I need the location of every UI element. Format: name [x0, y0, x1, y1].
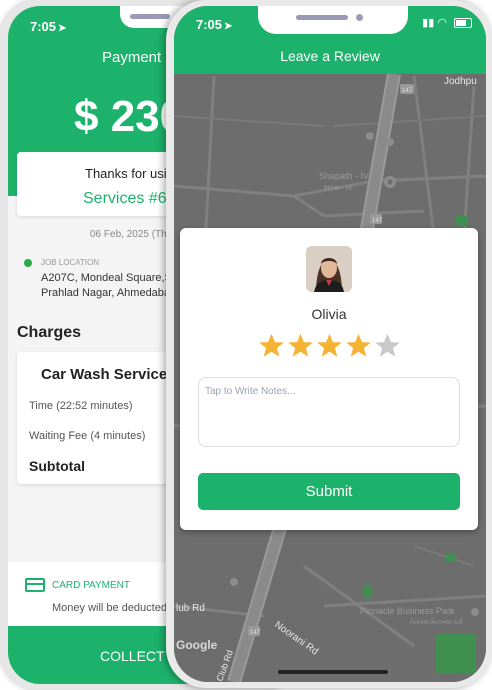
charges-service: Car Wash Services -: [41, 366, 185, 383]
service-label: Services #68: [83, 190, 176, 207]
waiting-fee-line: Waiting Fee (4 minutes): [29, 430, 146, 442]
review-header: 7:05 ➤ ▮▮ ◠ Leave a Review: [174, 6, 486, 74]
payment-note: Money will be deducted: [52, 602, 167, 614]
time-line: Time (22:52 minutes): [29, 400, 133, 412]
notes-placeholder: Tap to Write Notes...: [205, 386, 296, 397]
star-icon[interactable]: [374, 332, 401, 359]
submit-button-label: Submit: [305, 483, 353, 500]
svg-text:147: 147: [402, 88, 413, 94]
address-line2: Prahlad Nagar, Ahmedaba: [41, 287, 171, 299]
home-indicator: [278, 670, 388, 674]
payment-method-label: CARD PAYMENT: [52, 580, 130, 591]
location-dot-icon: [24, 259, 32, 267]
notes-input[interactable]: Tap to Write Notes...: [198, 377, 460, 447]
map-label-pinnacle-sub: પિનેકલ બિઝનેસ પાર્ક: [410, 618, 463, 626]
reviewer-avatar: [306, 246, 352, 292]
location-arrow-icon: ➤: [58, 23, 67, 34]
thanks-text: Thanks for usin: [85, 166, 174, 181]
map-label-shapath: Shapath - IV: [319, 171, 369, 181]
signal-icon: ▮▮: [422, 17, 435, 29]
status-time: 7:05 ➤: [30, 19, 67, 34]
wifi-icon: ◠: [437, 17, 447, 29]
svg-text:147: 147: [250, 630, 261, 636]
svg-text:147: 147: [372, 218, 383, 224]
charges-heading: Charges: [17, 324, 82, 341]
job-date: 06 Feb, 2025 (Th: [90, 229, 167, 240]
job-location-label: JOB LOCATION: [41, 258, 100, 267]
battery-icon: [454, 18, 472, 29]
star-icon[interactable]: [258, 332, 285, 359]
map-label-jodhpur: Jodhpu: [444, 76, 477, 87]
address-line1: A207C, Mondeal Square,S: [41, 272, 172, 284]
phone-notch: [258, 6, 408, 34]
star-icon[interactable]: [287, 332, 314, 359]
reviewer-name: Olivia: [311, 306, 347, 322]
location-arrow-icon: ➤: [224, 21, 233, 32]
star-icon[interactable]: [345, 332, 372, 359]
page-title: Payment S: [102, 49, 176, 66]
google-logo: Google: [176, 638, 218, 652]
star-icon[interactable]: [316, 332, 343, 359]
map-label-shapath-sub: શપથ - IV: [324, 185, 352, 192]
submit-button[interactable]: Submit: [198, 473, 460, 510]
subtotal-label: Subtotal: [29, 458, 85, 474]
front-phone: 147 147 147 Jodhpu Shapath - IV શપથ - IV…: [166, 0, 492, 688]
status-time: 7:05 ➤: [196, 17, 233, 32]
page-title: Leave a Review: [280, 48, 380, 64]
star-rating[interactable]: [180, 332, 478, 364]
status-icons: ▮▮ ◠: [422, 16, 472, 29]
review-dialog: Olivia Tap to Write Notes... Submit: [180, 228, 478, 530]
map-label-pinnacle: Pinnacle Business Park: [360, 606, 455, 616]
credit-card-icon: [25, 578, 45, 592]
review-screen: 147 147 147 Jodhpu Shapath - IV શપથ - IV…: [174, 6, 486, 682]
map-label-club-rd: lub Rd: [176, 603, 205, 614]
